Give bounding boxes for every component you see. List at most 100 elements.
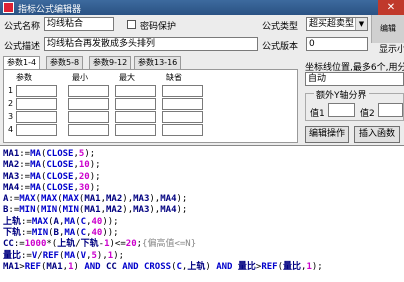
code-token: );: [113, 250, 125, 261]
code-token: MA3: [3, 171, 20, 182]
param-min-cell[interactable]: [68, 124, 109, 136]
code-token: {偏高值<=N}: [142, 239, 197, 250]
code-line: 上轨:=MAX(A,MA(C,40));: [3, 217, 323, 228]
code-line: MA1>REF(MA1,1) AND CC AND CROSS(C,上轨) AN…: [3, 262, 323, 273]
name-label: 公式名称: [4, 22, 41, 32]
type-label: 公式类型: [262, 22, 299, 32]
code-token: 40: [91, 216, 103, 227]
code-token: MA4: [3, 182, 20, 193]
code-token: CC: [106, 261, 117, 272]
val1-input[interactable]: [328, 103, 355, 117]
code-token: REF: [42, 250, 59, 261]
param-min-cell[interactable]: [68, 98, 109, 110]
type-select[interactable]: 超买超卖型 ▼: [306, 17, 368, 31]
formula-panel: 公式名称 均线粘合 密码保护 公式类型 超买超卖型 ▼ 编辑 公式描述 均线粘合…: [0, 15, 404, 145]
param-header-default: 缺省: [166, 73, 182, 82]
code-token: MA1: [84, 205, 101, 216]
tab-params-13-16[interactable]: 参数13-16: [134, 56, 182, 69]
param-default-cell[interactable]: [162, 85, 203, 97]
code-token: );: [176, 205, 188, 216]
desc-label: 公式描述: [4, 42, 41, 52]
code-token: :=: [19, 182, 31, 193]
code-token: ),: [122, 194, 134, 205]
side-button[interactable]: 编辑: [371, 15, 404, 43]
val2-input[interactable]: [378, 103, 403, 117]
coord-input[interactable]: 自动: [305, 72, 404, 86]
param-row-number: 3: [8, 112, 14, 121]
code-token: AND: [122, 261, 139, 272]
param-name-cell[interactable]: [16, 98, 57, 110]
insert-function-button[interactable]: 插入函数: [354, 126, 400, 143]
param-default-cell[interactable]: [162, 124, 203, 136]
code-token: ),: [149, 194, 161, 205]
code-token: 下轨: [80, 239, 99, 250]
code-line: MA3:=MA(CLOSE,20);: [3, 172, 323, 183]
code-token: MA1: [3, 149, 20, 159]
code-token: 1000: [24, 239, 47, 250]
code-token: :=: [19, 160, 31, 171]
code-token: 量比: [3, 250, 22, 261]
code-token: );: [89, 182, 101, 193]
param-max-cell[interactable]: [115, 85, 156, 97]
param-name-cell[interactable]: [16, 85, 57, 97]
code-token: AND: [216, 261, 233, 272]
code-token: MAX: [62, 194, 79, 205]
param-row-number: 4: [8, 125, 14, 134]
code-token: AND: [84, 261, 101, 272]
code-token: MA3: [133, 205, 150, 216]
code-token: ): [73, 261, 85, 272]
code-editor[interactable]: MA1:=MA(CLOSE,5); MA2:=MA(CLOSE,10); MA3:=…: [0, 145, 404, 282]
code-token: 40: [91, 228, 103, 239]
code-token: 量比: [283, 261, 302, 272]
extra-axis-label: 额外Y轴分界: [314, 88, 369, 101]
code-token: MAX: [40, 194, 58, 205]
param-min-cell[interactable]: [68, 85, 109, 97]
code-line: A:=MAX(MAX(MAX(MA1,MA2),MA3),MA4);: [3, 194, 323, 205]
code-token: );: [176, 194, 188, 205]
code-token: MIN: [31, 228, 49, 239]
code-token: MA2: [106, 205, 123, 216]
close-button[interactable]: ✕: [378, 0, 404, 15]
param-min-cell[interactable]: [68, 111, 109, 123]
code-token: MA: [64, 216, 76, 227]
code-token: );: [89, 171, 101, 182]
title-bar: 指标公式编辑器 ✕: [0, 0, 404, 15]
show-label: 显示小: [379, 45, 404, 55]
param-max-cell[interactable]: [115, 124, 156, 136]
code-token: 上轨: [57, 239, 76, 250]
code-token: MA: [30, 182, 41, 193]
param-default-cell[interactable]: [162, 98, 203, 110]
edit-operation-button[interactable]: 编辑操作: [305, 126, 349, 143]
param-row-number: 1: [8, 86, 14, 95]
code-token: MA4: [160, 194, 177, 205]
param-name-cell[interactable]: [16, 124, 57, 136]
param-max-cell[interactable]: [115, 111, 156, 123]
code-token: MA3: [133, 194, 150, 205]
code-token: ),: [96, 250, 108, 261]
code-token: CLOSE: [46, 171, 74, 182]
param-max-cell[interactable]: [115, 98, 156, 110]
param-name-cell[interactable]: [16, 111, 57, 123]
code-token: MA: [64, 228, 76, 239]
code-token: MIN: [40, 205, 58, 216]
code-token: :=: [19, 149, 31, 159]
version-input[interactable]: 0: [306, 37, 368, 51]
tab-params-5-8[interactable]: 参数5-8: [46, 56, 84, 69]
name-input[interactable]: 均线粘合: [44, 17, 114, 31]
param-default-cell[interactable]: [162, 111, 203, 123]
code-line: 下轨:=MIN(B,MA(C,40));: [3, 228, 323, 239]
code-token: MA: [30, 160, 41, 171]
code-token: 10: [78, 160, 90, 171]
app-icon: [3, 2, 14, 13]
tab-params-1-4[interactable]: 参数1-4: [3, 56, 41, 70]
code-token: :=: [8, 205, 20, 216]
tab-params-9-12[interactable]: 参数9-12: [89, 56, 132, 69]
code-token: );: [311, 261, 323, 272]
code-token: 20: [78, 171, 90, 182]
password-checkbox[interactable]: [127, 20, 136, 29]
param-header-name: 参数: [16, 73, 32, 82]
code-token: MA1: [84, 194, 101, 205]
desc-input[interactable]: 均线粘合再发散成多头排列: [44, 37, 258, 51]
code-token: CC: [3, 239, 14, 250]
params-table: 参数 最小 最大 缺省 1 2 3 4: [3, 69, 298, 143]
